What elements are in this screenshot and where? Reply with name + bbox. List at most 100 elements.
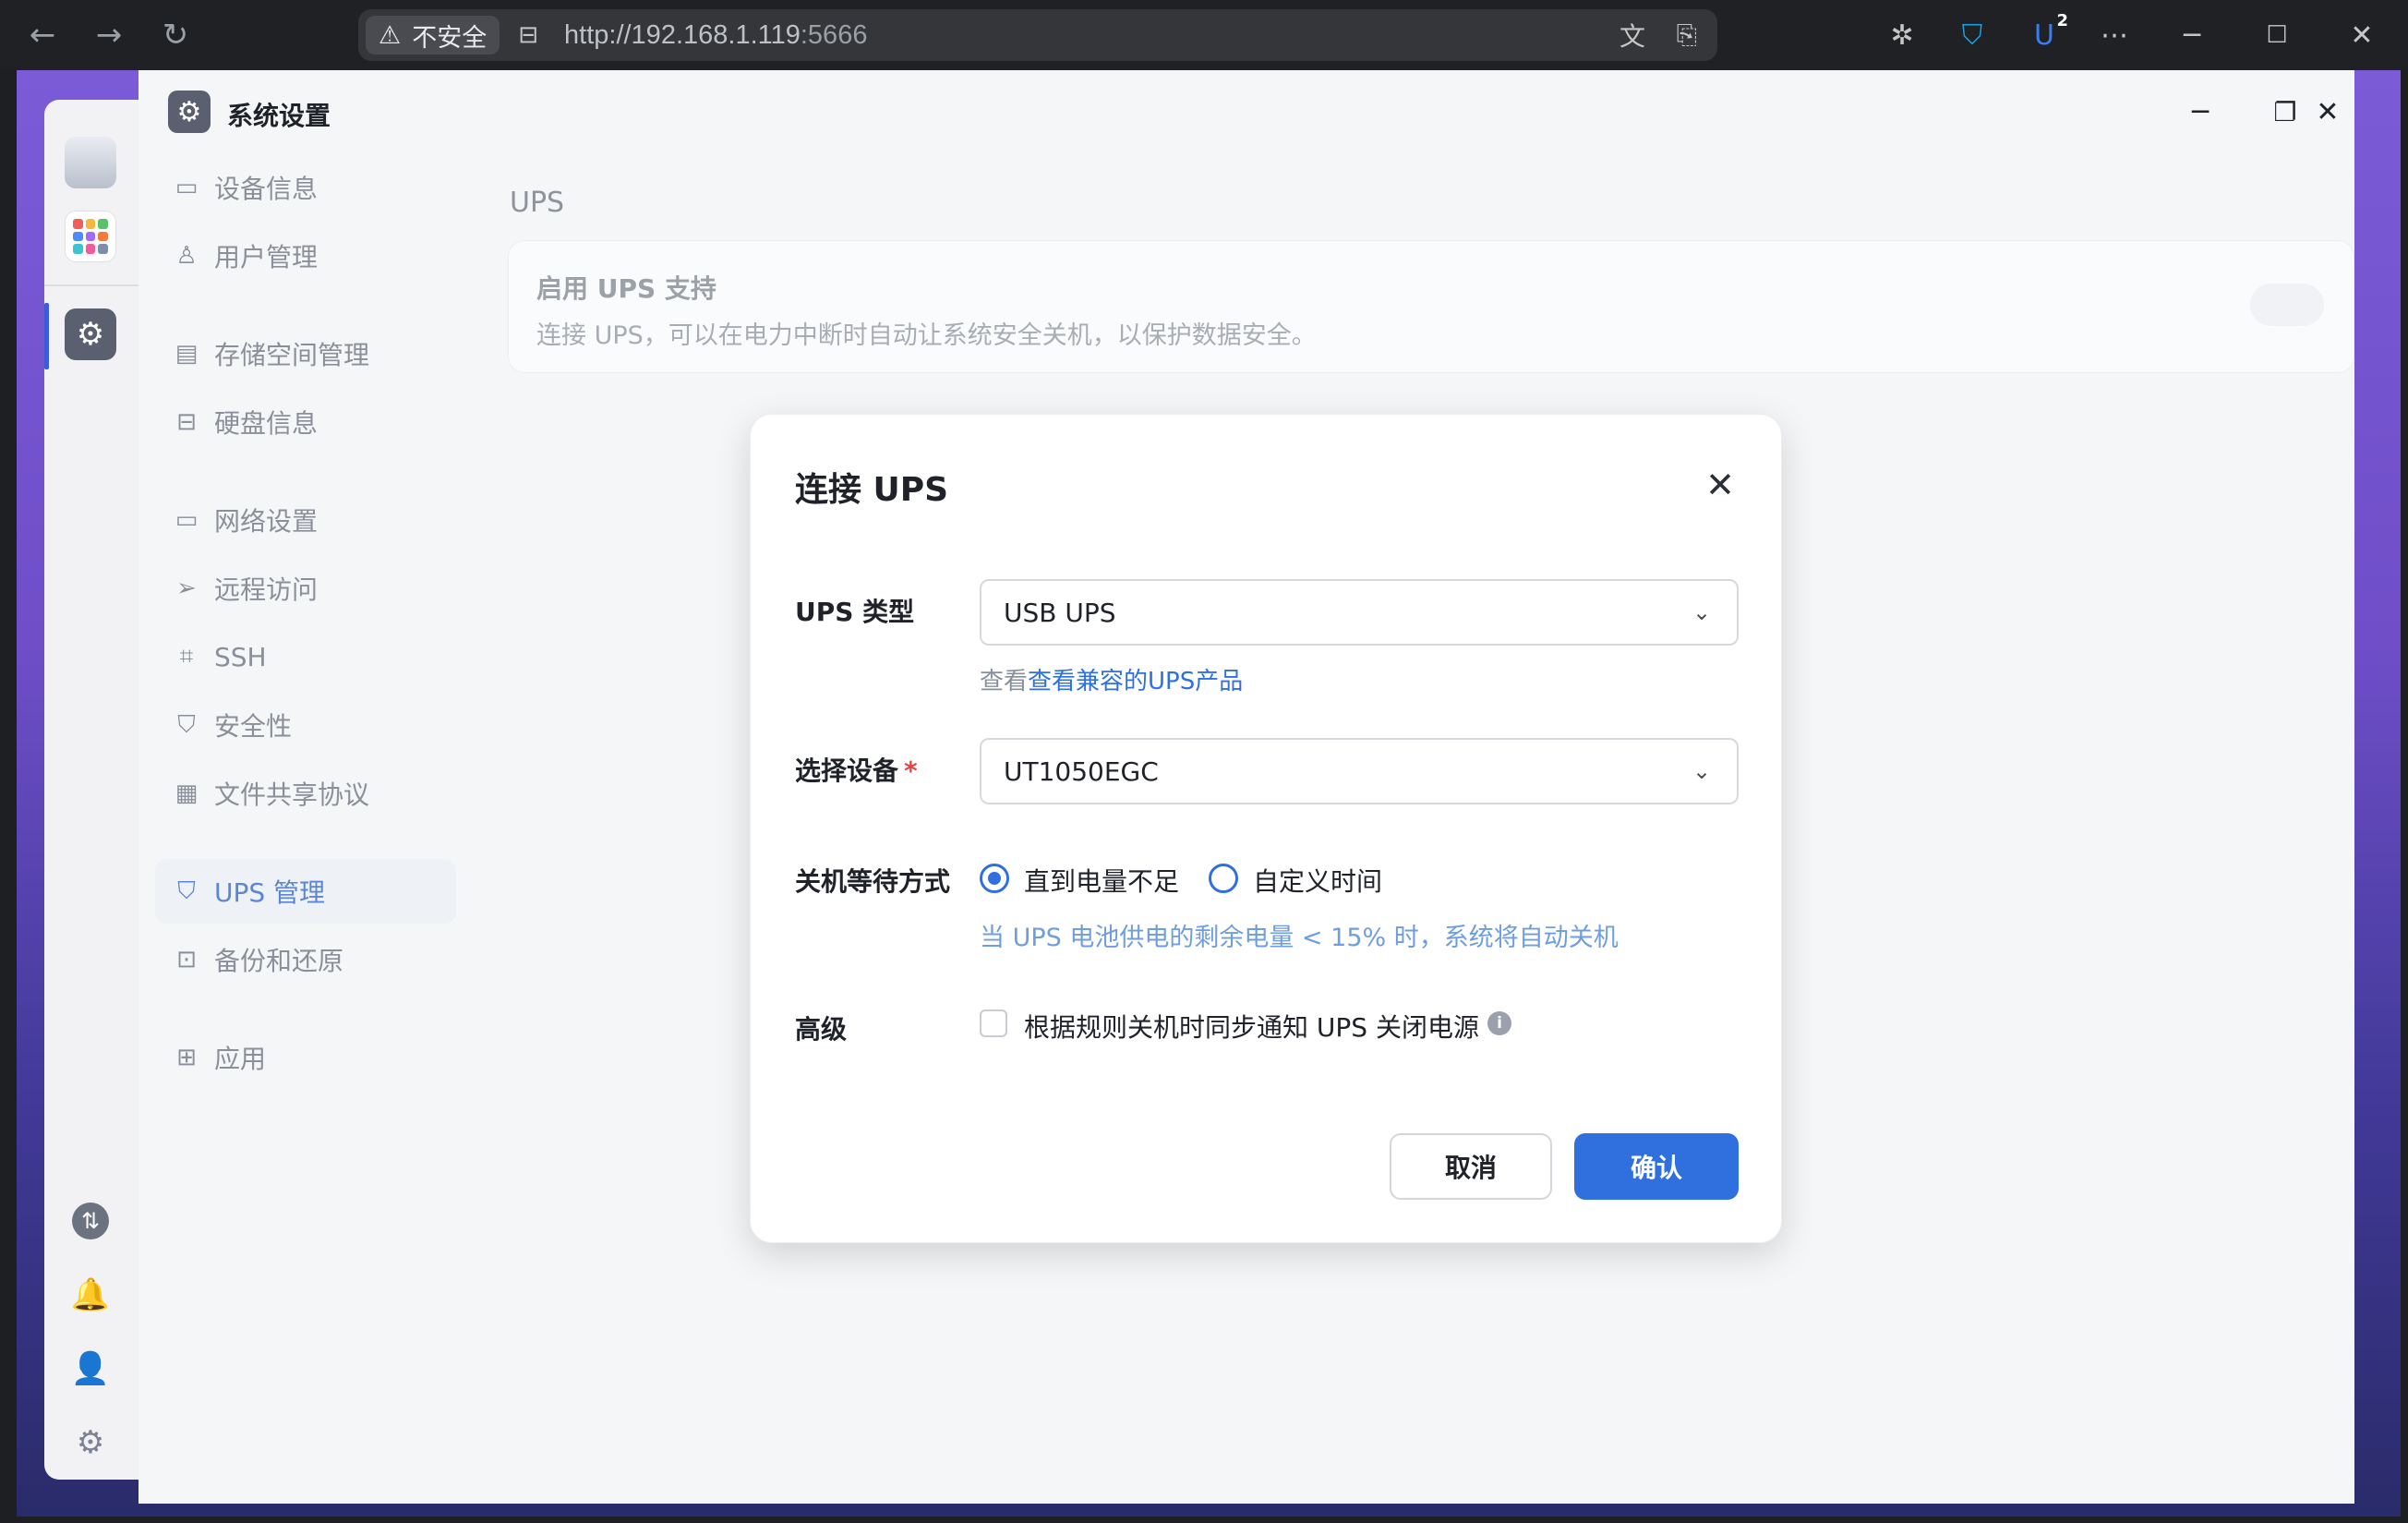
maximize-icon[interactable]: ☐ [2258,17,2295,54]
extensions-icon[interactable]: ✲ [1884,17,1920,54]
bell-icon[interactable]: 🔔 [71,1276,110,1313]
site-settings-icon[interactable]: ⊟ [518,21,538,49]
dialog-title: 连接 UPS [795,471,949,509]
storage-icon: ▤ [175,340,199,368]
more-menu-icon[interactable]: ⋯ [2096,17,2133,54]
device-info-icon: ▭ [175,174,199,201]
sidebar-item-backup[interactable]: ⊡ 备份和还原 [155,927,456,992]
bookmark-icon[interactable]: ⎘ [1677,19,1697,51]
code-icon: ⌗ [179,642,194,671]
sidebar-item-label: 文件共享协议 [214,780,370,810]
sidebar-item-device-info[interactable]: ▭ 设备信息 [155,155,456,220]
shutdown-hint: 当 UPS 电池供电的剩余电量 < 15% 时，系统将自动关机 [980,924,1619,952]
send-icon: ➢ [176,574,197,602]
device-label-text: 选择设备 [795,755,899,786]
disk-icon: ⊟ [176,408,197,436]
url-host: http://192.168.1.119 [564,19,801,50]
monitor-app-icon[interactable] [65,137,116,188]
minimize-icon[interactable]: ─ [2173,17,2210,54]
security-indicator[interactable]: ⚠ 不安全 [366,16,500,54]
settings-sidebar: ▭ 设备信息 ♙ 用户管理 ▤ 存储空间管理 ⊟ 硬盘信息 ▭ 网络设置 ➢ 远程访问 ⌗ S… [138,151,471,1504]
extension-badge: 2 [2056,11,2068,30]
option-custom-time-label[interactable]: 自定义时间 [1253,862,1382,899]
sidebar-item-security[interactable]: ⛉ 安全性 [155,693,456,757]
gear-icon[interactable]: ⚙ [72,1424,109,1461]
address-bar[interactable]: ⚠ 不安全 ⊟ http://192.168.1.119:5666 文 ⎘ [358,9,1717,61]
window-restore-icon[interactable]: ❐ [2264,91,2306,133]
sidebar-item-label: 安全性 [214,711,293,742]
reload-icon[interactable]: ↻ [153,13,198,57]
window-close-icon[interactable]: ✕ [2306,91,2349,133]
page-title: UPS [510,187,565,219]
radio-custom-time[interactable] [1209,864,1238,893]
compat-hint: 查看查看兼容的UPS产品 [980,662,1243,696]
compat-prefix: 查看 [980,668,1029,695]
apps-icon: ⊞ [176,1044,197,1071]
close-browser-icon[interactable]: ✕ [2343,17,2380,54]
translate-icon[interactable]: 文 [1619,17,1645,54]
device-value: UT1050EGC [1004,755,1159,787]
sidebar-item-label: 应用 [214,1044,267,1074]
ups-support-card: 启用 UPS 支持 连接 UPS，可以在电力中断时自动让系统安全关机，以保护数据… [508,240,2354,373]
sidebar-item-users[interactable]: ♙ 用户管理 [155,224,456,288]
ublock-icon[interactable]: U2 [2026,11,2068,54]
sidebar-item-remote[interactable]: ➢ 远程访问 [155,556,456,621]
card-heading: 启用 UPS 支持 [536,273,716,304]
user-icon[interactable]: 👤 [71,1350,110,1387]
advanced-label: 高级 [795,1014,848,1045]
device-select[interactable]: UT1050EGC ⌄ [980,738,1739,804]
card-description: 连接 UPS，可以在电力中断时自动让系统安全关机，以保护数据安全。 [536,321,1317,350]
ups-type-select[interactable]: USB UPS ⌄ [980,579,1739,646]
url-port: :5666 [800,19,868,50]
sidebar-item-disk[interactable]: ⊟ 硬盘信息 [155,390,456,454]
warning-icon: ⚠ [379,20,402,50]
sidebar-item-apps[interactable]: ⊞ 应用 [155,1025,456,1090]
info-icon[interactable]: i [1487,1011,1511,1035]
shutdown-mode-label: 关机等待方式 [795,866,951,897]
back-arrow-icon[interactable]: ← [20,13,65,57]
notify-ups-checkbox[interactable] [980,1009,1007,1037]
sidebar-item-ups[interactable]: ⛉ UPS 管理 [155,859,456,924]
chevron-down-icon: ⌄ [1692,599,1712,625]
sidebar-item-label: 备份和还原 [214,946,344,976]
network-icon: ▭ [175,506,199,534]
close-icon[interactable]: ✕ [1702,465,1739,505]
sidebar-item-label: 存储空间管理 [214,340,370,370]
sidebar-item-label: 网络设置 [214,506,319,537]
shield-extension-icon[interactable]: ⛉ [1954,17,1991,54]
option-low-battery-label[interactable]: 直到电量不足 [1024,862,1179,899]
app-center-icon[interactable] [65,211,116,262]
chevron-down-icon: ⌄ [1692,758,1712,784]
sidebar-item-label: 设备信息 [214,174,319,204]
file-icon: ▦ [175,780,199,807]
window-titlebar: ⚙ 系统设置 ─ ❐ ✕ [138,70,2354,151]
cancel-button[interactable]: 取消 [1390,1133,1552,1200]
window-minimize-icon[interactable]: ─ [2179,91,2221,133]
forward-arrow-icon[interactable]: → [87,13,131,57]
notify-ups-checkbox-label[interactable]: 根据规则关机时同步通知 UPS 关闭电源 [1024,1008,1479,1045]
backup-icon: ⊡ [176,946,197,973]
device-label: 选择设备 * [795,751,918,788]
dock-divider [44,284,138,286]
ups-enable-toggle[interactable] [2250,284,2324,326]
sidebar-item-label: 远程访问 [214,574,319,605]
sidebar-item-storage[interactable]: ▤ 存储空间管理 [155,321,456,386]
url-text[interactable]: http://192.168.1.119:5666 [564,20,867,51]
ups-shield-icon: ⛉ [177,876,196,905]
transfer-icon[interactable]: ⇅ [72,1203,109,1239]
sidebar-item-label: SSH [214,641,267,672]
user-icon: ♙ [175,242,198,270]
sidebar-item-ssh[interactable]: ⌗ SSH [155,624,456,689]
app-dock: ⚙ ⇅ 🔔 👤 ⚙ [44,100,138,1480]
sidebar-item-label: UPS 管理 [214,877,326,908]
compat-products-link[interactable]: 查看兼容的UPS产品 [1028,668,1243,695]
shield-icon: ⛉ [177,710,196,739]
window-title: 系统设置 [227,101,331,131]
ups-type-label: UPS 类型 [795,597,915,627]
confirm-button[interactable]: 确认 [1574,1133,1739,1200]
sidebar-item-network[interactable]: ▭ 网络设置 [155,488,456,552]
settings-app-icon[interactable]: ⚙ [65,308,116,360]
radio-low-battery[interactable] [980,864,1009,893]
sidebar-item-label: 硬盘信息 [214,408,319,439]
sidebar-item-file-sharing[interactable]: ▦ 文件共享协议 [155,761,456,826]
